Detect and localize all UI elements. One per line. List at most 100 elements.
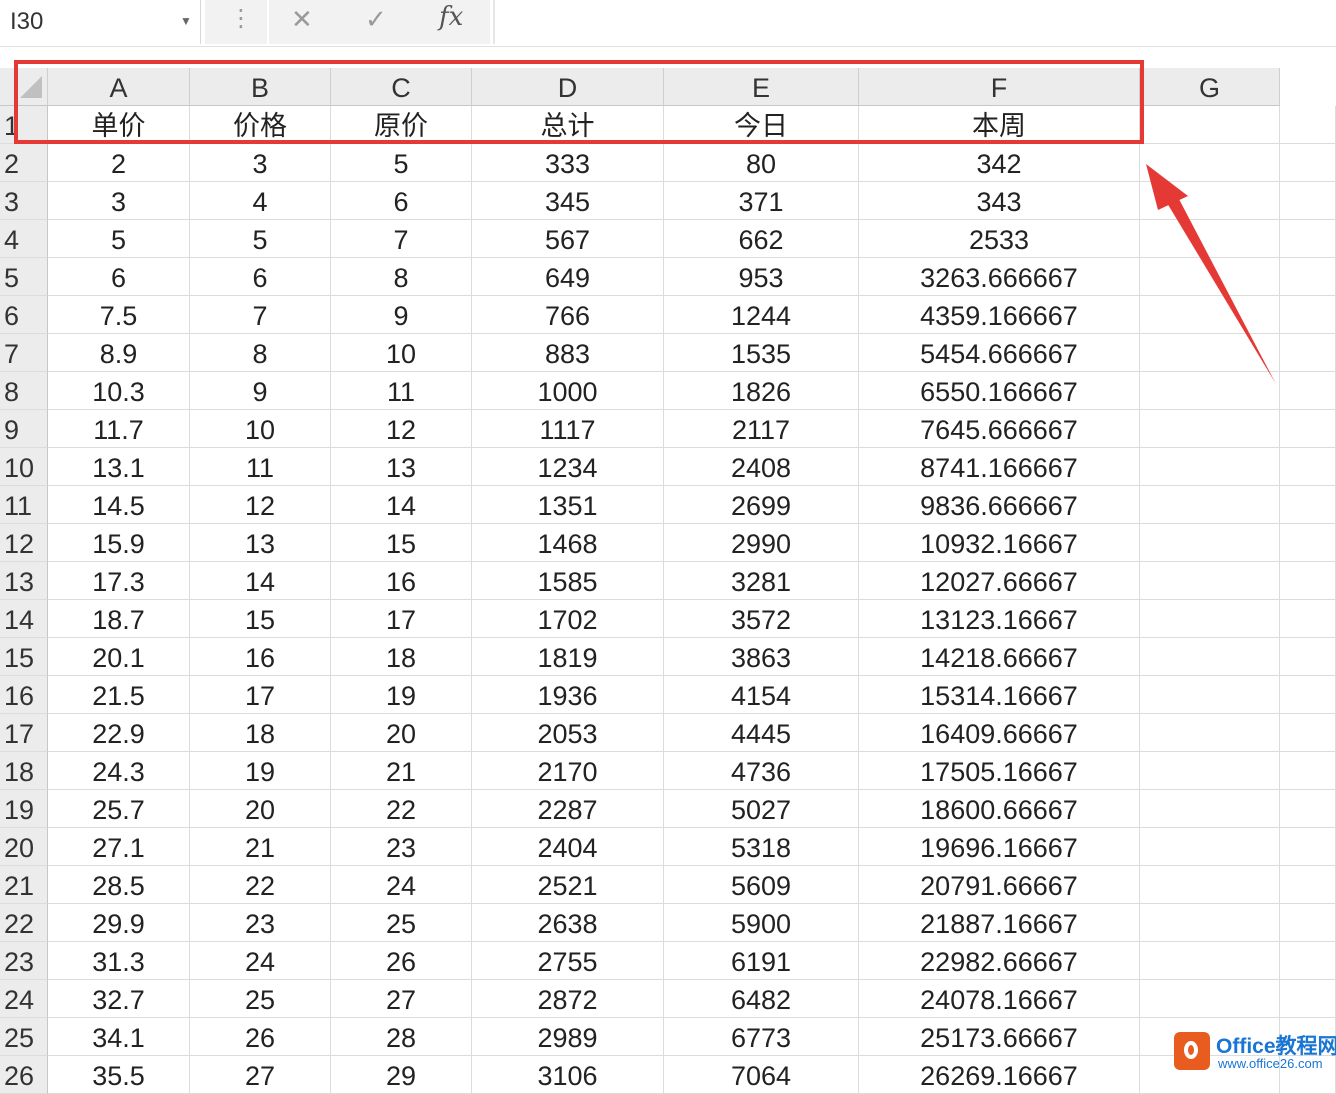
row-header[interactable]: 19 [0, 790, 48, 828]
cell-f16[interactable]: 15314.16667 [859, 676, 1140, 714]
row-header[interactable]: 26 [0, 1056, 48, 1094]
cell-c16[interactable]: 19 [331, 676, 472, 714]
cell-b24[interactable]: 25 [190, 980, 331, 1018]
cell-b21[interactable]: 22 [190, 866, 331, 904]
row-header[interactable]: 21 [0, 866, 48, 904]
cell-c6[interactable]: 9 [331, 296, 472, 334]
cell-a4[interactable]: 5 [48, 220, 190, 258]
cell-d17[interactable]: 2053 [472, 714, 664, 752]
cell-g19[interactable] [1140, 790, 1280, 828]
cell-a19[interactable]: 25.7 [48, 790, 190, 828]
cell-f13[interactable]: 12027.66667 [859, 562, 1140, 600]
cell-f9[interactable]: 7645.666667 [859, 410, 1140, 448]
cell-d25[interactable]: 2989 [472, 1018, 664, 1056]
cell-b4[interactable]: 5 [190, 220, 331, 258]
cell-empty[interactable] [1280, 904, 1336, 942]
select-all-corner[interactable] [0, 68, 48, 106]
cell-b6[interactable]: 7 [190, 296, 331, 334]
column-header-e[interactable]: E [664, 68, 859, 106]
row-header[interactable]: 5 [0, 258, 48, 296]
cell-g23[interactable] [1140, 942, 1280, 980]
row-header[interactable]: 22 [0, 904, 48, 942]
row-header[interactable]: 17 [0, 714, 48, 752]
cell-c21[interactable]: 24 [331, 866, 472, 904]
cell-f2[interactable]: 342 [859, 144, 1140, 182]
cell-b26[interactable]: 27 [190, 1056, 331, 1094]
cell-a11[interactable]: 14.5 [48, 486, 190, 524]
cell-d9[interactable]: 1117 [472, 410, 664, 448]
cell-c7[interactable]: 10 [331, 334, 472, 372]
cell-g18[interactable] [1140, 752, 1280, 790]
cell-c17[interactable]: 20 [331, 714, 472, 752]
cell-c26[interactable]: 29 [331, 1056, 472, 1094]
cell-d10[interactable]: 1234 [472, 448, 664, 486]
cell-e14[interactable]: 3572 [664, 600, 859, 638]
cell-empty[interactable] [1280, 866, 1336, 904]
row-header[interactable]: 7 [0, 334, 48, 372]
cell-f19[interactable]: 18600.66667 [859, 790, 1140, 828]
cell-e15[interactable]: 3863 [664, 638, 859, 676]
cell-a18[interactable]: 24.3 [48, 752, 190, 790]
row-header[interactable]: 18 [0, 752, 48, 790]
cell-b25[interactable]: 26 [190, 1018, 331, 1056]
cell-d24[interactable]: 2872 [472, 980, 664, 1018]
cell-c14[interactable]: 17 [331, 600, 472, 638]
cell-f6[interactable]: 4359.166667 [859, 296, 1140, 334]
cell-e7[interactable]: 1535 [664, 334, 859, 372]
row-header[interactable]: 10 [0, 448, 48, 486]
cell-empty[interactable] [1280, 676, 1336, 714]
cell-g17[interactable] [1140, 714, 1280, 752]
cell-f8[interactable]: 6550.166667 [859, 372, 1140, 410]
cell-d12[interactable]: 1468 [472, 524, 664, 562]
cell-f12[interactable]: 10932.16667 [859, 524, 1140, 562]
cell-b12[interactable]: 13 [190, 524, 331, 562]
cell-a7[interactable]: 8.9 [48, 334, 190, 372]
cell-c19[interactable]: 22 [331, 790, 472, 828]
cell-d21[interactable]: 2521 [472, 866, 664, 904]
row-header[interactable]: 4 [0, 220, 48, 258]
cell-empty[interactable] [1280, 828, 1336, 866]
cell-a9[interactable]: 11.7 [48, 410, 190, 448]
cell-f18[interactable]: 17505.16667 [859, 752, 1140, 790]
cell-a12[interactable]: 15.9 [48, 524, 190, 562]
row-header[interactable]: 6 [0, 296, 48, 334]
cell-a14[interactable]: 18.7 [48, 600, 190, 638]
cell-empty[interactable] [1280, 638, 1336, 676]
cell-d13[interactable]: 1585 [472, 562, 664, 600]
cell-e1[interactable]: 今日 [664, 106, 859, 144]
cell-empty[interactable] [1280, 106, 1336, 144]
row-header[interactable]: 14 [0, 600, 48, 638]
cell-d6[interactable]: 766 [472, 296, 664, 334]
cell-a5[interactable]: 6 [48, 258, 190, 296]
cell-e26[interactable]: 7064 [664, 1056, 859, 1094]
cell-a22[interactable]: 29.9 [48, 904, 190, 942]
cell-empty[interactable] [1280, 790, 1336, 828]
cell-empty[interactable] [1280, 980, 1336, 1018]
cell-d1[interactable]: 总计 [472, 106, 664, 144]
cell-b10[interactable]: 11 [190, 448, 331, 486]
name-box[interactable]: I30 ▼ [0, 0, 201, 44]
cell-b3[interactable]: 4 [190, 182, 331, 220]
cell-e2[interactable]: 80 [664, 144, 859, 182]
cell-d26[interactable]: 3106 [472, 1056, 664, 1094]
cell-c8[interactable]: 11 [331, 372, 472, 410]
cell-d19[interactable]: 2287 [472, 790, 664, 828]
cell-e22[interactable]: 5900 [664, 904, 859, 942]
cell-f21[interactable]: 20791.66667 [859, 866, 1140, 904]
column-header-b[interactable]: B [190, 68, 331, 106]
cell-f20[interactable]: 19696.16667 [859, 828, 1140, 866]
row-header[interactable]: 16 [0, 676, 48, 714]
cell-a1[interactable]: 单价 [48, 106, 190, 144]
cell-c3[interactable]: 6 [331, 182, 472, 220]
cell-a20[interactable]: 27.1 [48, 828, 190, 866]
cell-c22[interactable]: 25 [331, 904, 472, 942]
cell-e4[interactable]: 662 [664, 220, 859, 258]
row-header[interactable]: 25 [0, 1018, 48, 1056]
cell-d8[interactable]: 1000 [472, 372, 664, 410]
cell-b5[interactable]: 6 [190, 258, 331, 296]
cell-f5[interactable]: 3263.666667 [859, 258, 1140, 296]
cell-d23[interactable]: 2755 [472, 942, 664, 980]
column-header-c[interactable]: C [331, 68, 472, 106]
cell-c12[interactable]: 15 [331, 524, 472, 562]
cell-g11[interactable] [1140, 486, 1280, 524]
